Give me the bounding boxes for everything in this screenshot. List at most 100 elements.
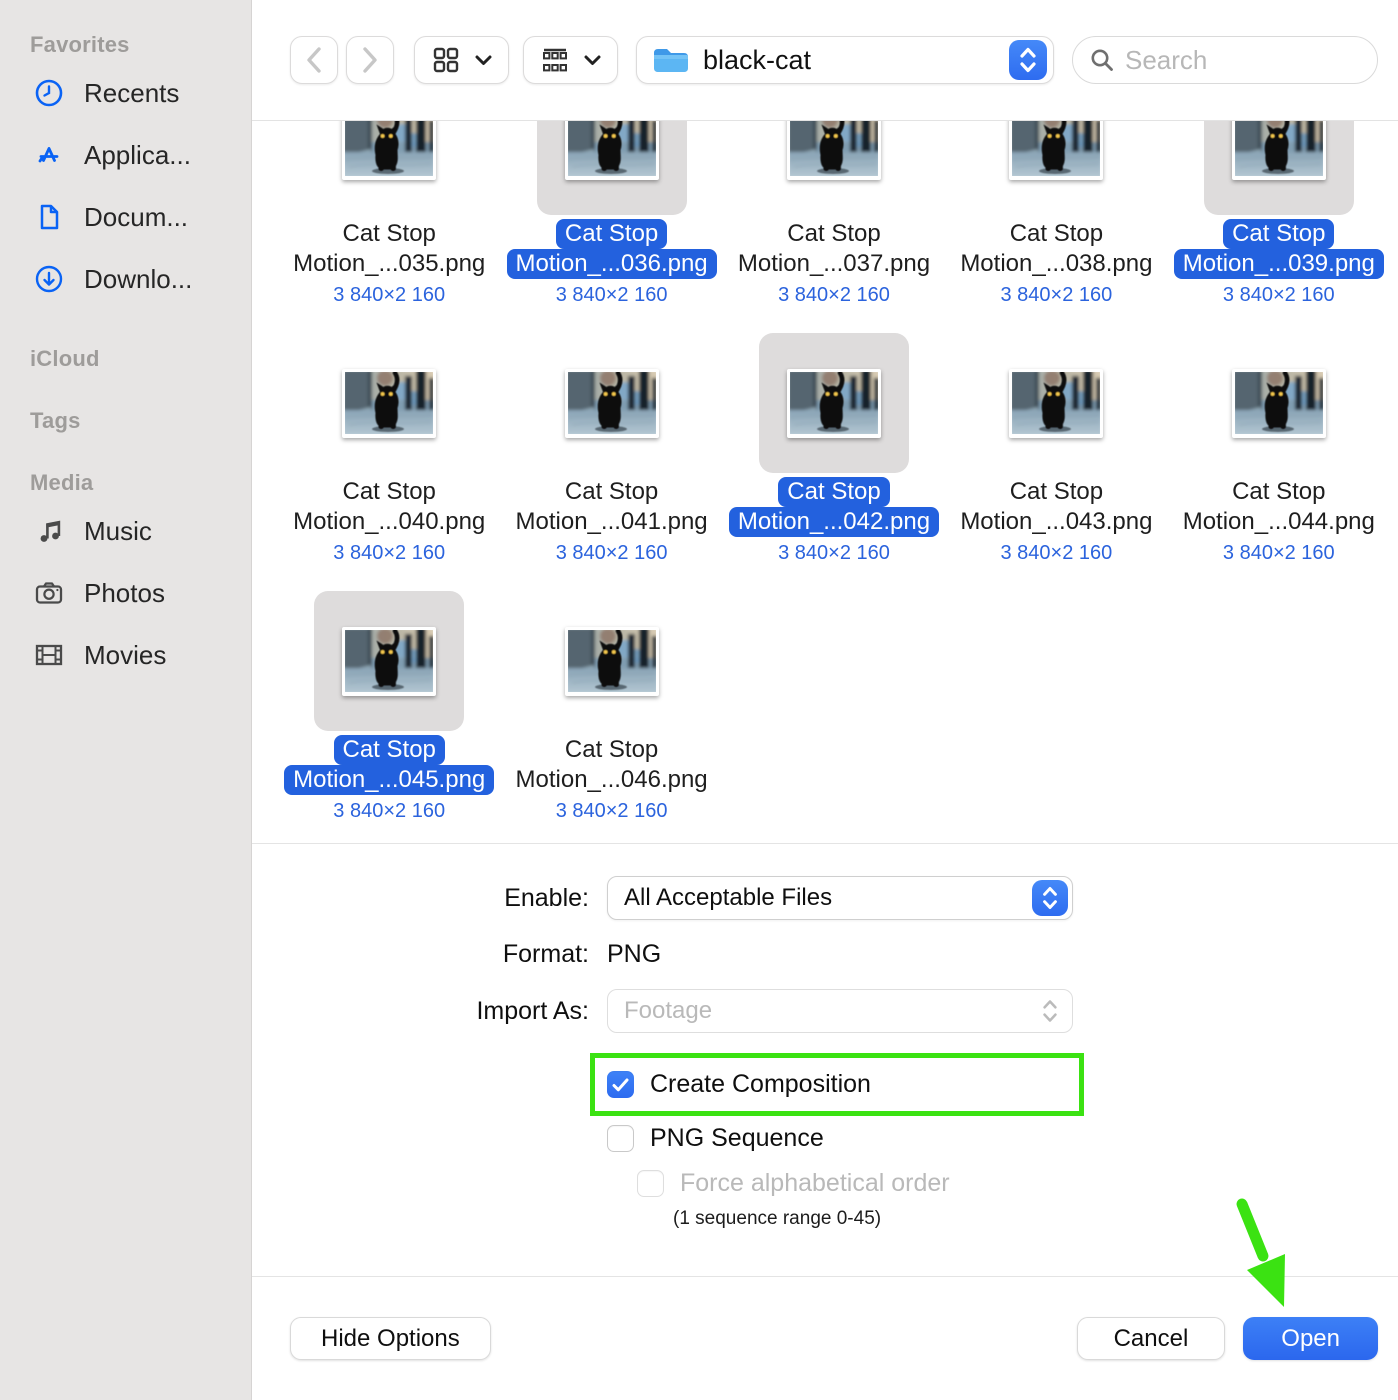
open-file-dialog: Favorites Recents Applica... Docum... Do… [0,0,1398,1400]
group-by-dropdown[interactable] [523,36,618,84]
file-name-line1: Cat Stop [342,220,436,247]
file-thumbnail[interactable] [758,333,909,473]
file-item[interactable]: Cat Stop Motion_...045.png 3 840×2 160 [278,591,500,823]
folder-icon [654,49,688,72]
stepper-icon[interactable] [1009,40,1047,80]
sidebar-section: Favorites Recents Applica... Docum... Do… [0,32,251,310]
cancel-button[interactable]: Cancel [1076,1317,1226,1360]
sidebar-section: Tags [0,408,251,434]
file-thumbnail[interactable] [536,121,687,215]
sidebar-section: iCloud [0,346,251,372]
sidebar-item-movies[interactable]: Movies [0,624,251,686]
back-chevron-icon [307,47,321,73]
import-as-select: Footage [607,989,1073,1033]
file-item[interactable]: Cat Stop Motion_...043.png 3 840×2 160 [945,333,1167,565]
cat-photo-thumbnail [786,368,881,438]
file-dimensions: 3 840×2 160 [333,284,446,306]
sidebar-item-music[interactable]: Music [0,500,251,562]
file-thumbnail[interactable] [314,333,464,473]
file-grid[interactable]: Cat Stop Motion_...035.png 3 840×2 160 C… [252,120,1398,843]
file-thumbnail[interactable] [314,591,465,731]
sidebar-item-label: Photos [84,577,165,608]
file-name-line2: Motion_...043.png [960,508,1153,535]
file-name-line2: Motion_...035.png [293,250,486,277]
file-name-line1: Cat Stop [555,219,668,249]
png-sequence-row[interactable]: PNG Sequence [607,1124,1398,1153]
folder-path-dropdown[interactable]: black-cat [636,36,1054,84]
create-composition-row[interactable]: Create Composition [607,1070,1079,1099]
enable-select[interactable]: All Acceptable Files [607,876,1073,920]
search-icon [1091,49,1113,71]
file-dimensions: 3 840×2 160 [1000,542,1113,564]
file-dimensions: 3 840×2 160 [333,800,446,822]
document-icon [32,200,66,234]
file-thumbnail[interactable] [1203,121,1354,215]
force-alphabetical-checkbox [637,1170,664,1197]
file-name-line2: Motion_...045.png [284,765,495,795]
open-button[interactable]: Open [1243,1317,1378,1360]
cat-photo-thumbnail [1231,121,1326,180]
search-field[interactable] [1072,36,1378,84]
checkmark-icon [612,1078,629,1091]
cat-photo-thumbnail [564,626,659,696]
cat-photo-thumbnail [786,121,881,180]
sidebar-item-downlo[interactable]: Downlo... [0,248,251,310]
file-item[interactable]: Cat Stop Motion_...037.png 3 840×2 160 [723,121,945,307]
appstore-icon [32,138,66,172]
sidebar-item-recents[interactable]: Recents [0,62,251,124]
file-name-line1: Cat Stop [1009,220,1104,247]
file-name-line2: Motion_...041.png [515,508,708,535]
file-name-line1: Cat Stop [333,735,445,765]
file-thumbnail[interactable] [537,333,687,473]
chevron-down-icon [475,55,492,65]
annotation-highlight-box: Create Composition [590,1053,1084,1116]
file-thumbnail[interactable] [1204,333,1354,473]
file-dimensions: 3 840×2 160 [1222,542,1335,564]
enable-label: Enable: [504,883,589,912]
enable-selected-value: All Acceptable Files [624,884,833,911]
create-composition-checkbox[interactable] [607,1071,634,1098]
cat-photo-thumbnail [1009,368,1104,438]
create-composition-label: Create Composition [650,1070,871,1098]
file-item[interactable]: Cat Stop Motion_...035.png 3 840×2 160 [278,121,500,307]
sidebar-item-docum[interactable]: Docum... [0,186,251,248]
file-thumbnail[interactable] [314,121,464,215]
folder-name: black-cat [703,44,812,75]
sidebar-item-applica[interactable]: Applica... [0,124,251,186]
cat-photo-thumbnail [342,626,437,696]
hide-options-button[interactable]: Hide Options [290,1317,491,1360]
file-item[interactable]: Cat Stop Motion_...044.png 3 840×2 160 [1168,333,1390,565]
download-icon [32,262,66,296]
file-item[interactable]: Cat Stop Motion_...040.png 3 840×2 160 [278,333,500,565]
file-thumbnail[interactable] [981,121,1131,215]
file-thumbnail[interactable] [537,591,687,731]
import-as-selected-value: Footage [624,997,713,1024]
sidebar-item-label: Downlo... [84,263,193,294]
file-item[interactable]: Cat Stop Motion_...036.png 3 840×2 160 [500,121,722,307]
file-item[interactable]: Cat Stop Motion_...046.png 3 840×2 160 [500,591,722,823]
file-item[interactable]: Cat Stop Motion_...038.png 3 840×2 160 [945,121,1167,307]
file-dimensions: 3 840×2 160 [778,542,890,564]
forward-button[interactable] [346,36,394,84]
file-name-line2: Motion_...038.png [960,250,1153,277]
file-grid-row: Cat Stop Motion_...035.png 3 840×2 160 C… [278,121,1390,307]
music-icon [32,514,66,548]
file-thumbnail[interactable] [759,121,909,215]
format-label: Format: [502,940,589,968]
chevron-down-icon [584,55,601,65]
view-mode-dropdown[interactable] [414,36,509,84]
file-item[interactable]: Cat Stop Motion_...041.png 3 840×2 160 [500,333,722,565]
cat-photo-thumbnail [342,121,437,180]
file-name-line1: Cat Stop [342,478,436,505]
file-name-line2: Motion_...037.png [737,250,931,277]
sidebar-item-label: Recents [84,77,180,108]
file-item[interactable]: Cat Stop Motion_...042.png 3 840×2 160 [723,333,945,565]
search-input[interactable] [1125,44,1325,76]
back-button[interactable] [290,36,338,84]
cat-photo-thumbnail [564,121,659,180]
file-item[interactable]: Cat Stop Motion_...039.png 3 840×2 160 [1168,121,1390,307]
png-sequence-checkbox[interactable] [607,1125,634,1152]
file-grid-row: Cat Stop Motion_...040.png 3 840×2 160 C… [278,333,1390,565]
sidebar-item-photos[interactable]: Photos [0,562,251,624]
file-thumbnail[interactable] [981,333,1131,473]
